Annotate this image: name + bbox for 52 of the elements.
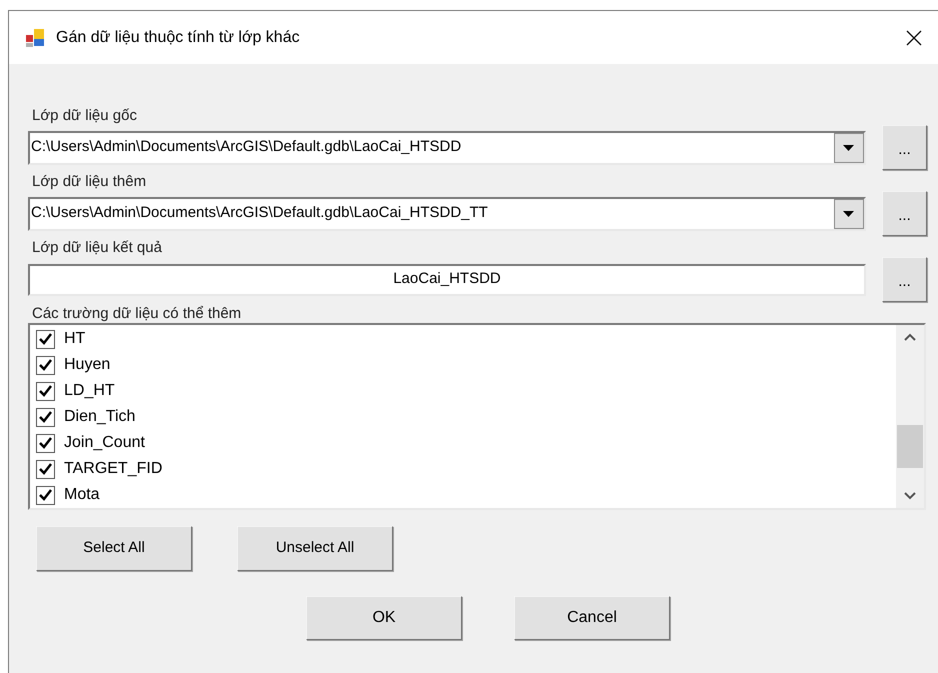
- checkbox[interactable]: [36, 408, 55, 426]
- scrollbar[interactable]: [896, 325, 924, 508]
- window-title: Gán dữ liệu thuộc tính từ lớp khác: [56, 28, 300, 48]
- field-name: Huyen: [64, 355, 110, 375]
- check-icon: [39, 411, 52, 423]
- check-icon: [39, 333, 52, 345]
- dialog-button[interactable]: Cancel: [514, 596, 670, 640]
- checkbox[interactable]: [36, 356, 55, 374]
- dropdown-value: C:\Users\Admin\Documents\ArcGIS\Default.gdb\LaoCai_HTSDD: [30, 137, 462, 158]
- result-layer-field[interactable]: LaoCai_HTSDD: [28, 264, 866, 296]
- field-checkbox-item[interactable]: HT: [36, 326, 896, 352]
- browse-button[interactable]: ...: [882, 257, 927, 302]
- dropdown-value: C:\Users\Admin\Documents\ArcGIS\Default.gdb\LaoCai_HTSDD_TT: [30, 203, 489, 224]
- field-name: Mota: [64, 485, 100, 505]
- check-icon: [39, 385, 52, 397]
- dialog-button[interactable]: OK: [306, 596, 462, 640]
- field-name: TARGET_FID: [64, 459, 162, 479]
- field-checkbox-item[interactable]: Mota: [36, 482, 896, 508]
- checkbox[interactable]: [36, 486, 55, 504]
- browse-button[interactable]: ...: [882, 125, 927, 170]
- scrollbar-thumb[interactable]: [897, 425, 923, 468]
- checkbox[interactable]: [36, 460, 55, 478]
- checkbox[interactable]: [36, 434, 55, 452]
- field-name: HT: [64, 329, 86, 349]
- field-label: Lớp dữ liệu thêm: [31, 172, 148, 192]
- check-icon: [39, 463, 52, 475]
- field-checkbox-item[interactable]: Dien_Tich: [36, 404, 896, 430]
- field-name: LD_HT: [64, 381, 115, 401]
- field-label: Lớp dữ liệu gốc: [31, 106, 138, 126]
- checkbox[interactable]: [36, 330, 55, 348]
- app-icon: [26, 28, 44, 46]
- field-checkbox-item[interactable]: Join_Count: [36, 430, 896, 456]
- field-name: Join_Count: [64, 433, 145, 453]
- browse-button[interactable]: ...: [882, 191, 927, 236]
- field-checkbox-item[interactable]: Huyen: [36, 352, 896, 378]
- checkbox[interactable]: [36, 382, 55, 400]
- scroll-down-icon[interactable]: [904, 492, 916, 500]
- close-icon: [906, 30, 922, 46]
- selection-button[interactable]: Select All: [36, 526, 192, 571]
- layer-dropdown[interactable]: C:\Users\Admin\Documents\ArcGIS\Default.gdb\LaoCai_HTSDD: [28, 130, 866, 164]
- selection-button[interactable]: Unselect All: [237, 526, 393, 571]
- field-name: Dien_Tich: [64, 407, 136, 427]
- field-value: LaoCai_HTSDD: [393, 269, 501, 290]
- list-label: Các trường dữ liệu có thể thêm: [31, 304, 242, 324]
- layer-dropdown[interactable]: C:\Users\Admin\Documents\ArcGIS\Default.gdb\LaoCai_HTSDD_TT: [28, 196, 866, 230]
- scroll-up-icon[interactable]: [904, 333, 916, 341]
- check-icon: [39, 489, 52, 501]
- field-checkbox-item[interactable]: LD_HT: [36, 378, 896, 404]
- check-icon: [39, 437, 52, 449]
- field-label: Lớp dữ liệu kết quả: [31, 238, 163, 258]
- field-checkbox-item[interactable]: TARGET_FID: [36, 456, 896, 482]
- check-icon: [39, 359, 52, 371]
